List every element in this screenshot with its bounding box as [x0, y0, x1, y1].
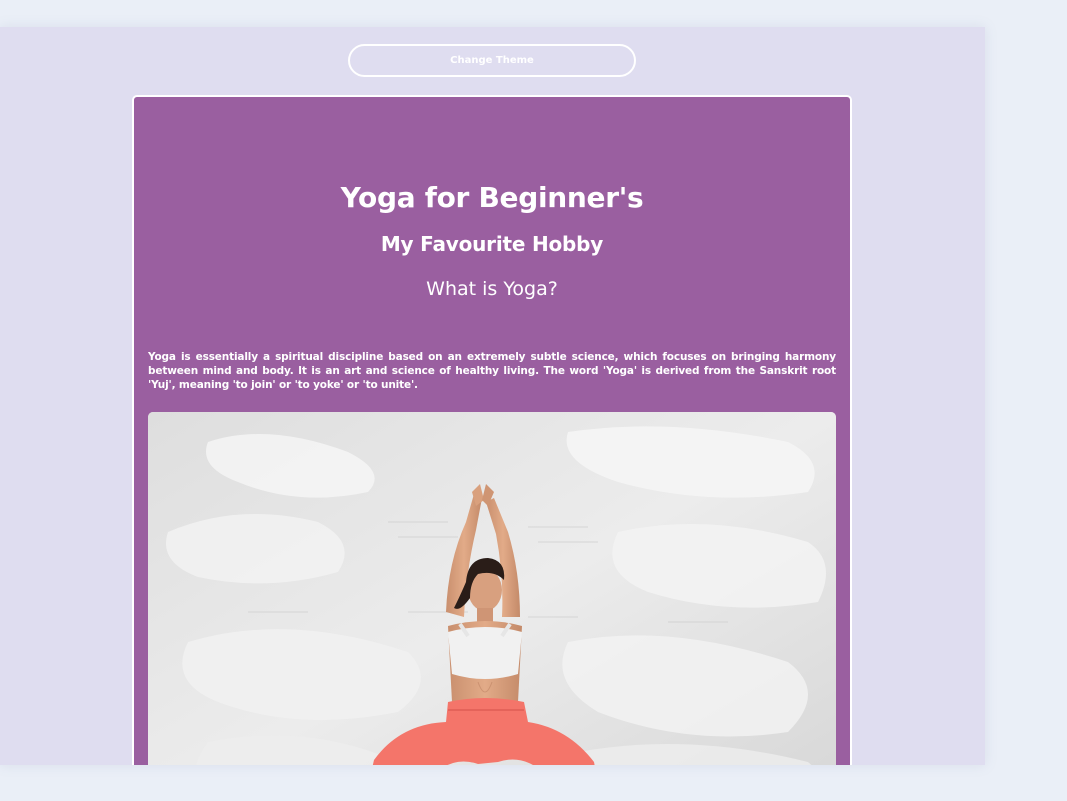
yoga-pose-image — [148, 412, 836, 765]
intro-paragraph: Yoga is essentially a spiritual discipli… — [148, 351, 836, 391]
page-viewport: Change Theme Yoga for Beginner's My Favo… — [0, 27, 985, 765]
change-theme-button[interactable]: Change Theme — [348, 44, 636, 77]
page-title: Yoga for Beginner's — [340, 181, 644, 214]
yoga-card: Yoga for Beginner's My Favourite Hobby W… — [132, 95, 852, 765]
section-heading: What is Yoga? — [426, 278, 558, 300]
page-subtitle: My Favourite Hobby — [380, 232, 604, 256]
